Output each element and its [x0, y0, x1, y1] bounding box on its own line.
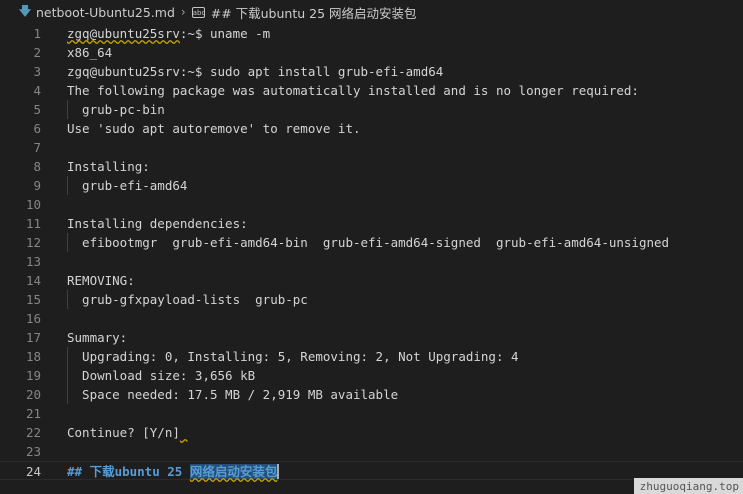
editor-line[interactable]: 8 Installing:	[0, 157, 743, 176]
markdown-file-icon: 🡇	[18, 3, 32, 18]
heading-prefix: ## 下载ubuntu 25	[67, 464, 190, 479]
line-text: efibootmgr grub-efi-amd64-bin grub-efi-a…	[67, 235, 670, 250]
line-number: 23	[25, 444, 41, 459]
line-text: zgq@ubuntu25srv:~$ sudo apt install grub…	[67, 64, 444, 79]
line-text: Continue? [Y/n]	[67, 423, 187, 442]
line-text: Upgrading: 0, Installing: 5, Removing: 2…	[67, 349, 519, 364]
line-number: 8	[33, 159, 41, 174]
line-number: 5	[33, 102, 41, 117]
line-number: 15	[25, 292, 41, 307]
line-number: 17	[25, 330, 41, 345]
line-text: REMOVING:	[67, 273, 135, 288]
line-number: 3	[33, 64, 41, 79]
editor-line[interactable]: 20 Space needed: 17.5 MB / 2,919 MB avai…	[0, 385, 743, 404]
editor-line[interactable]: 21	[0, 404, 743, 423]
line-number: 19	[25, 368, 41, 383]
line-number: 10	[25, 197, 41, 212]
spell-warning-marker	[180, 425, 188, 440]
line-number: 7	[33, 140, 41, 155]
code-editor[interactable]: 1 zgq@ubuntu25srv:~$ uname -m 2 x86_64 3 zgq@…	[0, 24, 743, 494]
editor-line[interactable]: 4 The following package was automatically…	[0, 81, 743, 100]
watermark: zhuguoqiang.top	[633, 478, 743, 494]
breadcrumb-symbol[interactable]: ## 下载ubuntu 25 网络启动安装包	[211, 3, 417, 22]
line-number: 12	[25, 235, 41, 250]
editor-line[interactable]: 22 Continue? [Y/n]	[0, 423, 743, 442]
line-number: 18	[25, 349, 41, 364]
breadcrumb: 🡇 netboot-Ubuntu25.md › abc ## 下载ubuntu …	[0, 0, 743, 24]
line-number: 6	[33, 121, 41, 136]
editor-line[interactable]: 13	[0, 252, 743, 271]
markdown-heading: ## 下载ubuntu 25 网络启动安装包	[67, 462, 280, 481]
line-text: Summary:	[67, 330, 128, 345]
line-text: Installing:	[67, 159, 150, 174]
editor-line[interactable]: 2 x86_64	[0, 43, 743, 62]
editor-line[interactable]: 9 grub-efi-amd64	[0, 176, 743, 195]
line-number: 24	[25, 464, 41, 479]
line-number: 4	[33, 83, 41, 98]
line-text: Use 'sudo apt autoremove' to remove it.	[67, 121, 361, 136]
editor-line[interactable]: 3 zgq@ubuntu25srv:~$ sudo apt install gru…	[0, 62, 743, 81]
chevron-right-icon: ›	[180, 5, 186, 19]
editor-line[interactable]: 16	[0, 309, 743, 328]
line-number: 1	[33, 26, 41, 41]
prompt-text: Continue? [Y/n]	[67, 425, 180, 440]
line-text: grub-pc-bin	[67, 102, 165, 117]
current-line[interactable]: 24 ## 下载ubuntu 25 网络启动安装包	[0, 461, 743, 480]
selected-text: 网络启动安装包	[189, 464, 278, 479]
line-number: 2	[33, 45, 41, 60]
line-text: Space needed: 17.5 MB / 2,919 MB availab…	[67, 387, 399, 402]
spell-warning-text: zgq@ubuntu25srv	[67, 26, 180, 41]
editor-line[interactable]: 17 Summary:	[0, 328, 743, 347]
line-number: 21	[25, 406, 41, 421]
line-number: 16	[25, 311, 41, 326]
editor-line[interactable]: 12 efibootmgr grub-efi-amd64-bin grub-ef…	[0, 233, 743, 252]
editor-line[interactable]: 6 Use 'sudo apt autoremove' to remove it.	[0, 119, 743, 138]
editor-line[interactable]: 19 Download size: 3,656 kB	[0, 366, 743, 385]
line-text: grub-efi-amd64	[67, 178, 188, 193]
line-number: 14	[25, 273, 41, 288]
text-cursor	[277, 464, 280, 479]
editor-line[interactable]: 5 grub-pc-bin	[0, 100, 743, 119]
line-text: grub-gfxpayload-lists grub-pc	[67, 292, 308, 307]
editor-line[interactable]: 7	[0, 138, 743, 157]
editor-line[interactable]: 18 Upgrading: 0, Installing: 5, Removing…	[0, 347, 743, 366]
line-text: x86_64	[67, 45, 113, 60]
breadcrumb-file[interactable]: netboot-Ubuntu25.md	[36, 5, 175, 20]
editor-line[interactable]: 14 REMOVING:	[0, 271, 743, 290]
string-symbol-icon: abc	[191, 6, 206, 18]
editor-line[interactable]: 23	[0, 442, 743, 461]
line-number: 13	[25, 254, 41, 269]
line-number: 20	[25, 387, 41, 402]
line-text-rest: :~$ uname -m	[179, 26, 271, 41]
line-text: Installing dependencies:	[67, 216, 248, 231]
editor-line[interactable]: 15 grub-gfxpayload-lists grub-pc	[0, 290, 743, 309]
line-text: zgq@ubuntu25srv:~$ uname -m	[67, 24, 270, 43]
editor-line[interactable]: 10	[0, 195, 743, 214]
line-number: 22	[25, 425, 41, 440]
line-text: The following package was automatically …	[67, 83, 639, 98]
editor-line[interactable]: 11 Installing dependencies:	[0, 214, 743, 233]
editor-line[interactable]: 1 zgq@ubuntu25srv:~$ uname -m	[0, 24, 743, 43]
line-number: 11	[25, 216, 41, 231]
line-number: 9	[33, 178, 41, 193]
line-text: Download size: 3,656 kB	[67, 368, 256, 383]
